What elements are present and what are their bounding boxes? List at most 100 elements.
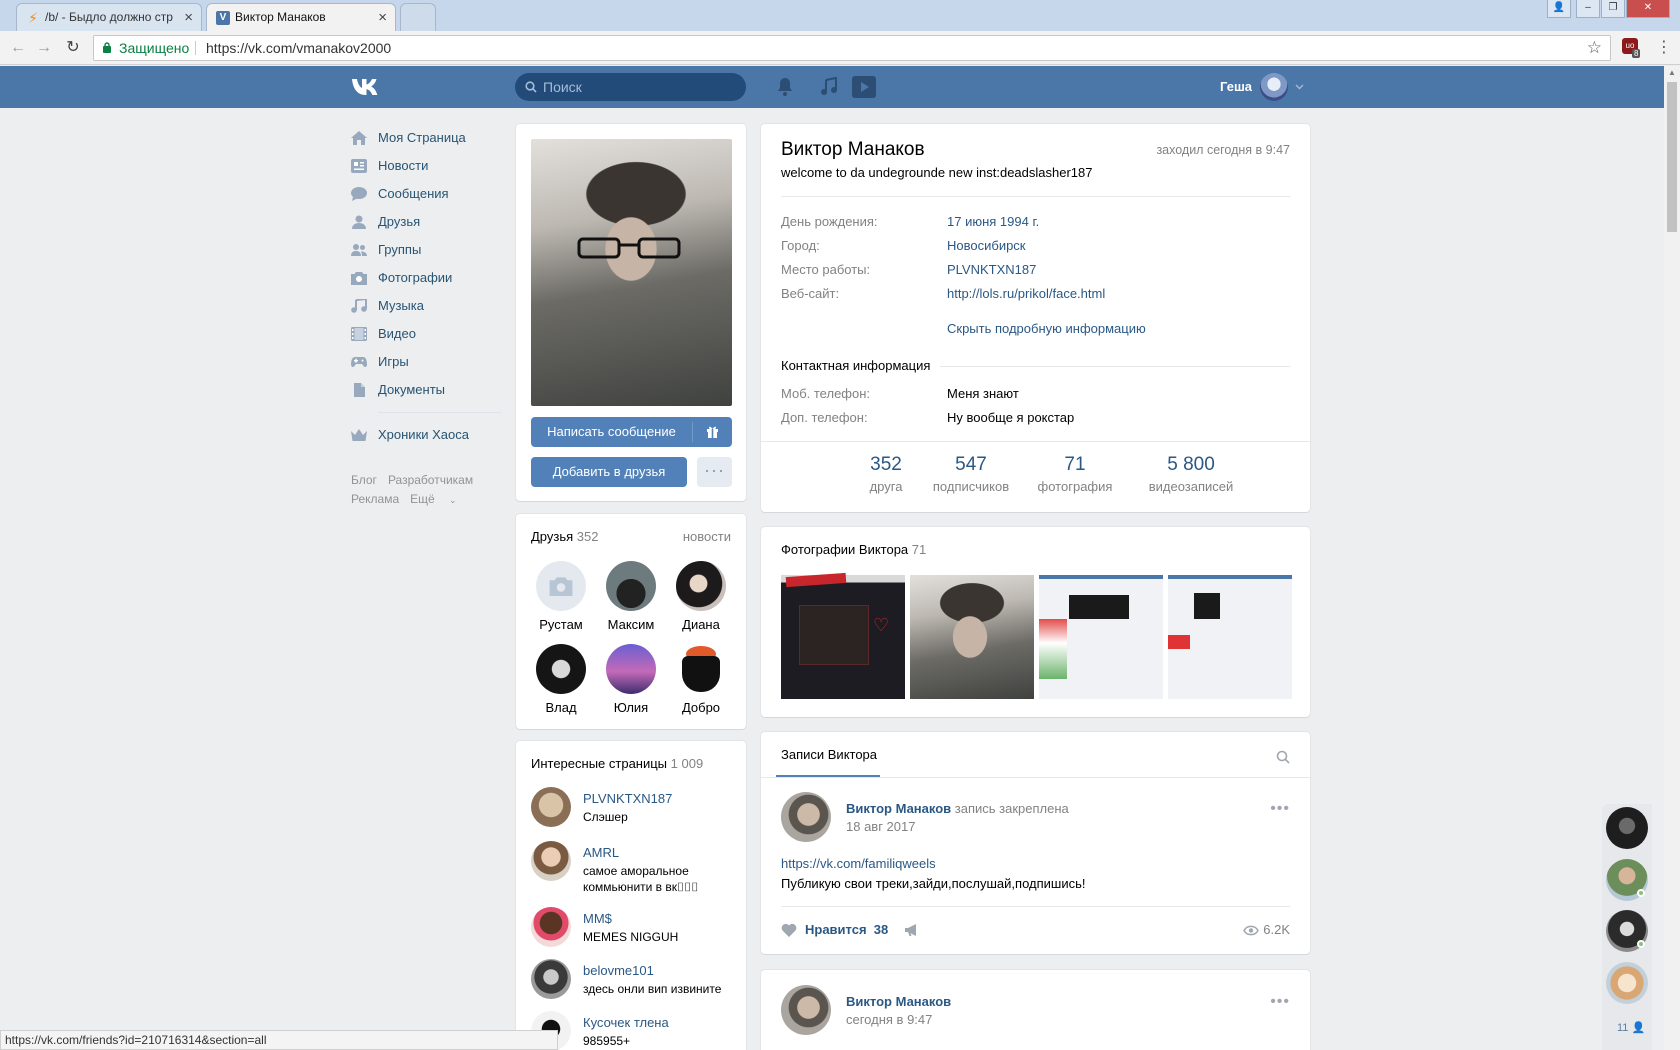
vk-logo-icon[interactable] [351,76,385,98]
scrollbar-thumb[interactable] [1667,82,1677,232]
menu-item-video[interactable]: Видео [351,320,501,348]
profile-status[interactable]: welcome to da undegrounde new inst:deads… [781,165,1093,180]
page-name[interactable]: belovme101 [583,963,654,978]
page-avatar[interactable] [531,787,571,827]
menu-item-photos[interactable]: Фотографии [351,264,501,292]
friends-news-link[interactable]: новости [683,529,731,544]
photo-thumbnail[interactable] [910,575,1034,699]
post-date[interactable]: 18 авг 2017 [846,819,915,834]
browser-menu-icon[interactable]: ⋮ [1656,37,1672,57]
hide-info-link[interactable]: Скрыть подробную информацию [947,321,1146,336]
interesting-header[interactable]: Интересные страницы 1 009 [531,756,703,771]
menu-item-news[interactable]: Новости [351,152,501,180]
info-value-work[interactable]: PLVNKTXN187 [947,262,1036,277]
page-scrollbar[interactable]: ▲ [1664,66,1680,1050]
new-tab-button[interactable] [400,3,436,31]
photo-thumbnail[interactable] [1168,575,1292,699]
profile-icon[interactable]: 👤 [1547,0,1571,18]
forward-arrow-icon[interactable]: → [33,37,55,59]
friends-header[interactable]: Друзья 352 [531,529,599,544]
browser-tab-vk[interactable]: V Виктор Манаков × [206,3,396,31]
profile-photo[interactable] [531,139,732,406]
back-arrow-icon[interactable]: ← [7,37,29,59]
search-icon[interactable] [1276,750,1290,764]
friend-avatar[interactable] [536,644,586,694]
page-name[interactable]: Кусочек тлена [583,1015,669,1030]
scroll-up-icon[interactable]: ▲ [1668,68,1676,77]
bell-icon[interactable] [776,77,794,97]
info-value-website[interactable]: http://lols.ru/prikol/face.html [947,286,1105,301]
add-friend-button[interactable]: Добавить в друзья [531,457,687,487]
write-message-button[interactable]: Написать сообщение [531,417,732,447]
address-bar[interactable]: Защищено https://vk.com/vmanakov2000 ☆ [93,35,1611,61]
post-author-avatar[interactable] [781,985,831,1035]
menu-item-groups[interactable]: Группы [351,236,501,264]
browser-tab-2ch[interactable]: ⚡ /b/ - Быдло должно стр × [16,3,202,31]
photo-thumbnail[interactable]: ♡ [781,572,905,699]
footer-link-blog[interactable]: Блог [351,473,377,487]
more-actions-button[interactable]: ··· [697,457,732,487]
interesting-count: 1 009 [670,756,704,771]
friend-avatar[interactable] [606,561,656,611]
menu-item-app-chronicles[interactable]: Хроники Хаоса [351,421,501,449]
page-name[interactable]: MM$ [583,911,612,926]
post-link[interactable]: https://vk.com/familiqweels [781,856,936,871]
menu-item-messages[interactable]: Сообщения [351,180,501,208]
post-menu-icon[interactable]: ••• [1270,993,1290,1011]
friend-avatar[interactable] [676,644,726,694]
secure-label: Защищено [119,40,190,56]
post-date[interactable]: сегодня в 9:47 [846,1012,932,1027]
play-video-icon[interactable] [852,76,876,98]
megaphone-share-icon[interactable] [904,923,920,937]
friend-name[interactable]: Диана [666,617,736,632]
bookmark-star-icon[interactable]: ☆ [1587,36,1602,60]
search-input[interactable] [543,78,733,96]
page-avatar[interactable] [531,959,571,999]
info-value-birthday[interactable]: 17 июня 1994 г. [947,214,1039,229]
post-author[interactable]: Виктор Манаков [846,801,951,816]
photo-thumbnail[interactable] [1039,575,1163,699]
friend-name[interactable]: Рустам [526,617,596,632]
page-name[interactable]: AMRL [583,845,619,860]
chevron-down-icon[interactable] [1295,84,1304,90]
search-box[interactable] [515,73,746,101]
restore-icon[interactable]: ❐ [1601,0,1625,18]
friend-avatar[interactable] [536,561,586,611]
post-author-avatar[interactable] [781,792,831,842]
header-avatar[interactable] [1260,73,1288,101]
url-text[interactable]: https://vk.com/vmanakov2000 [206,36,391,60]
menu-item-friends[interactable]: Друзья [351,208,501,236]
gift-icon[interactable] [706,425,719,438]
header-user-name[interactable]: Геша [1220,66,1252,108]
friend-name[interactable]: Влад [526,700,596,715]
page-avatar[interactable] [531,841,571,881]
photos-header[interactable]: Фотографии Виктора 71 [781,542,926,557]
menu-item-games[interactable]: Игры [351,348,501,376]
footer-link-ads[interactable]: Реклама [351,492,399,506]
tab-wall-posts[interactable]: Записи Виктора [781,747,877,762]
reload-icon[interactable]: ↻ [62,37,84,59]
friend-avatar[interactable] [606,644,656,694]
post-menu-icon[interactable]: ••• [1270,800,1290,818]
menu-item-my-page[interactable]: Моя Страница [351,124,501,152]
tab-close-icon[interactable]: × [378,4,387,31]
friend-name[interactable]: Юлия [596,700,666,715]
footer-link-developers[interactable]: Разработчикам [388,473,473,487]
friend-name[interactable]: Добро [666,700,736,715]
online-friends-count[interactable]: 11 👤 [1617,1021,1645,1034]
page-avatar[interactable] [531,907,571,947]
chat-friend-avatar[interactable] [1606,962,1648,1004]
menu-item-documents[interactable]: Документы [351,376,501,404]
tab-close-icon[interactable]: × [184,4,193,31]
footer-link-more[interactable]: Ещё ⌄ [410,492,467,506]
menu-item-music[interactable]: Музыка [351,292,501,320]
music-note-icon[interactable] [820,77,838,97]
friend-name[interactable]: Максим [596,617,666,632]
page-name[interactable]: PLVNKTXN187 [583,791,672,806]
chat-friend-avatar[interactable] [1606,807,1648,849]
post-author[interactable]: Виктор Манаков [846,994,951,1009]
friend-avatar[interactable] [676,561,726,611]
minimize-icon[interactable]: – [1576,0,1600,18]
info-value-city[interactable]: Новосибирск [947,238,1026,253]
window-close-icon[interactable]: ✕ [1626,0,1670,18]
